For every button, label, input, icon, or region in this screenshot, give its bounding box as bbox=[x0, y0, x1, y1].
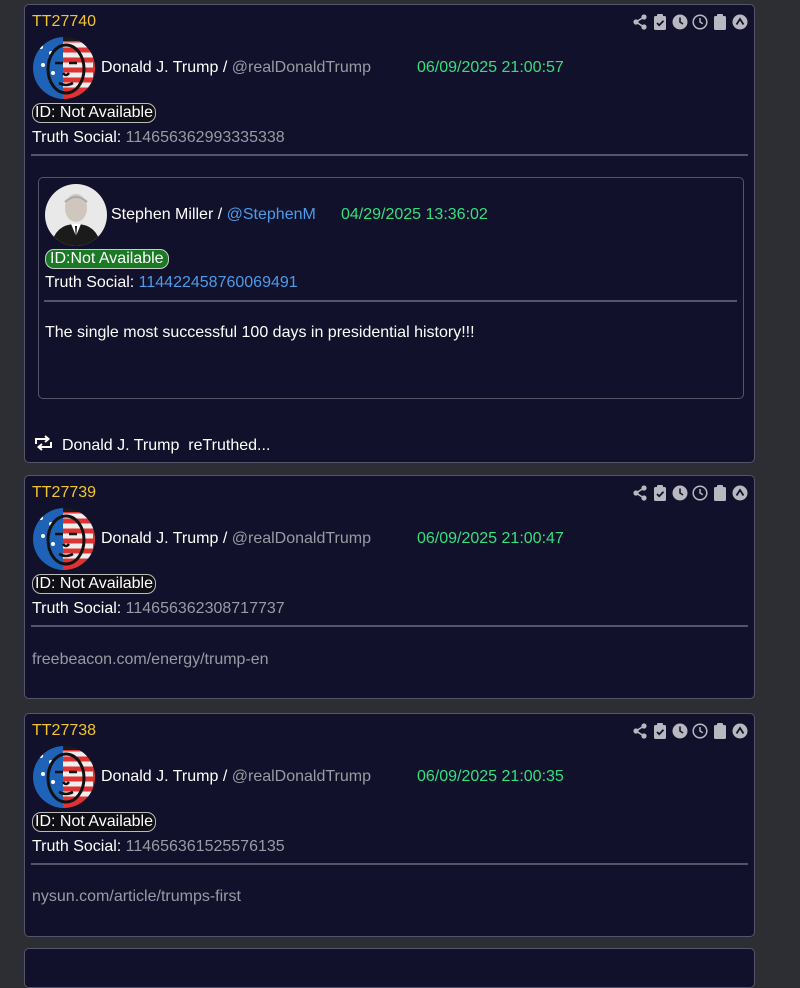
timestamp: 06/09/2025 21:00:35 bbox=[417, 768, 564, 785]
divider bbox=[31, 154, 748, 156]
clock-outline-icon[interactable] bbox=[691, 722, 708, 739]
avatar[interactable] bbox=[33, 746, 95, 808]
truth-social-id[interactable]: 114656361525576135 bbox=[126, 838, 285, 855]
clock-solid-icon[interactable] bbox=[671, 484, 688, 501]
author-name[interactable]: Donald J. Trump bbox=[101, 59, 218, 76]
clipboard-icon[interactable] bbox=[711, 722, 728, 739]
post-card: TT27738 Donald J. Trump / @realDonaldTru… bbox=[24, 713, 755, 937]
id-badge: ID: Not Available bbox=[32, 103, 156, 123]
quote-id-badge: ID:Not Available bbox=[45, 249, 169, 269]
clock-solid-icon[interactable] bbox=[671, 13, 688, 30]
scroll-up-icon[interactable] bbox=[731, 484, 748, 501]
quote-truth-social-id[interactable]: 114422458760069491 bbox=[139, 274, 298, 291]
author-handle[interactable]: @realDonaldTrump bbox=[232, 59, 371, 76]
share-icon[interactable] bbox=[631, 722, 648, 739]
retruth-icon bbox=[33, 435, 54, 456]
quote-divider bbox=[44, 300, 737, 302]
divider bbox=[31, 863, 748, 865]
author-line: Donald J. Trump / @realDonaldTrump bbox=[101, 768, 371, 786]
separator: / bbox=[222, 768, 228, 785]
clock-outline-icon[interactable] bbox=[691, 484, 708, 501]
post-card: TT27740 Donald J. Trump / @realDonaldTru… bbox=[24, 4, 755, 463]
quote-avatar[interactable] bbox=[45, 184, 107, 246]
truth-social-label: Truth Social: bbox=[32, 838, 122, 855]
author-name[interactable]: Donald J. Trump bbox=[101, 530, 218, 547]
truth-social-label: Truth Social: bbox=[32, 600, 122, 617]
clipboard-check-icon[interactable] bbox=[651, 13, 668, 30]
clipboard-icon[interactable] bbox=[711, 484, 728, 501]
clipboard-icon[interactable] bbox=[711, 13, 728, 30]
scroll-up-icon[interactable] bbox=[731, 13, 748, 30]
author-handle[interactable]: @realDonaldTrump bbox=[232, 530, 371, 547]
author-handle[interactable]: @realDonaldTrump bbox=[232, 768, 371, 785]
post-id[interactable]: TT27738 bbox=[32, 722, 96, 740]
quote-author-handle[interactable]: @StephenM bbox=[227, 206, 316, 223]
separator: / bbox=[222, 530, 228, 547]
quoted-post[interactable]: Stephen Miller / @StephenM 04/29/2025 13… bbox=[38, 177, 744, 399]
clock-outline-icon[interactable] bbox=[691, 13, 708, 30]
id-badge: ID: Not Available bbox=[32, 574, 156, 594]
quote-truth-social-line: Truth Social: 114422458760069491 bbox=[45, 274, 298, 292]
post-toolbar bbox=[631, 13, 748, 30]
author-name[interactable]: Donald J. Trump bbox=[101, 768, 218, 785]
quote-separator: / bbox=[217, 206, 223, 223]
post-link[interactable]: nysun.com/article/trumps-first bbox=[32, 888, 241, 906]
share-icon[interactable] bbox=[631, 13, 648, 30]
share-icon[interactable] bbox=[631, 484, 648, 501]
timestamp: 06/09/2025 21:00:47 bbox=[417, 530, 564, 547]
avatar[interactable] bbox=[33, 508, 95, 570]
clock-solid-icon[interactable] bbox=[671, 722, 688, 739]
avatar[interactable] bbox=[33, 37, 95, 99]
post-id[interactable]: TT27739 bbox=[32, 484, 96, 502]
id-badge: ID: Not Available bbox=[32, 812, 156, 832]
truth-social-id[interactable]: 114656362308717737 bbox=[126, 600, 285, 617]
quote-author-name[interactable]: Stephen Miller bbox=[111, 206, 213, 223]
post-card bbox=[24, 948, 755, 988]
truth-social-line: Truth Social: 114656362993335338 bbox=[32, 129, 285, 147]
post-toolbar bbox=[631, 722, 748, 739]
truth-social-line: Truth Social: 114656362308717737 bbox=[32, 600, 285, 618]
author-line: Donald J. Trump / @realDonaldTrump bbox=[101, 59, 371, 77]
retruth-line: Donald J. Trump reTruthed... bbox=[33, 435, 270, 456]
clipboard-check-icon[interactable] bbox=[651, 722, 668, 739]
clipboard-check-icon[interactable] bbox=[651, 484, 668, 501]
truth-social-id[interactable]: 114656362993335338 bbox=[126, 129, 285, 146]
quote-truth-social-label: Truth Social: bbox=[45, 274, 135, 291]
post-link[interactable]: freebeacon.com/energy/trump-en bbox=[32, 651, 269, 669]
truth-social-line: Truth Social: 114656361525576135 bbox=[32, 838, 285, 856]
truth-social-label: Truth Social: bbox=[32, 129, 122, 146]
retruth-text: Donald J. Trump reTruthed... bbox=[62, 436, 271, 454]
separator: / bbox=[222, 59, 228, 76]
quote-author-line: Stephen Miller / @StephenM bbox=[111, 206, 316, 224]
divider bbox=[31, 625, 748, 627]
timestamp: 06/09/2025 21:00:57 bbox=[417, 59, 564, 76]
post-toolbar bbox=[631, 484, 748, 501]
quote-body: The single most successful 100 days in p… bbox=[45, 324, 475, 341]
scroll-up-icon[interactable] bbox=[731, 722, 748, 739]
post-card: TT27739 Donald J. Trump / @realDonaldTru… bbox=[24, 475, 755, 699]
quote-timestamp: 04/29/2025 13:36:02 bbox=[341, 206, 488, 223]
post-id[interactable]: TT27740 bbox=[32, 13, 96, 31]
author-line: Donald J. Trump / @realDonaldTrump bbox=[101, 530, 371, 548]
